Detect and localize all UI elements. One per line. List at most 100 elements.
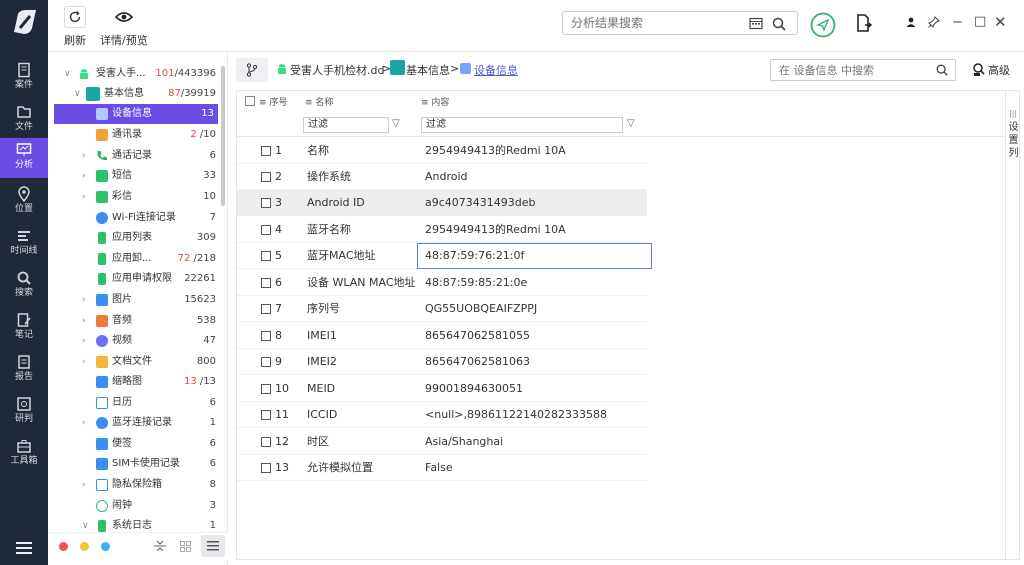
- tree-item-permissions[interactable]: 应用申请权限 22261: [48, 269, 220, 289]
- analysis-search-box[interactable]: [562, 11, 798, 35]
- column-header-no[interactable]: ≡ 序号: [259, 95, 287, 108]
- table-row[interactable]: 8 IMEI1 865647062581055: [237, 323, 647, 349]
- hamburger-menu-icon[interactable]: [16, 542, 32, 554]
- row-checkbox[interactable]: [261, 251, 271, 261]
- chevron-down-icon[interactable]: ∨: [74, 84, 81, 104]
- tree-item-call-log[interactable]: › 通话记录 6: [48, 146, 220, 166]
- row-checkbox[interactable]: [261, 463, 271, 473]
- tree-item-memo[interactable]: 便签 6: [48, 434, 220, 454]
- preview-button[interactable]: 详情/预览: [100, 6, 148, 48]
- row-checkbox[interactable]: [261, 410, 271, 420]
- chevron-right-icon[interactable]: ›: [82, 311, 86, 331]
- search-icon[interactable]: [771, 16, 787, 32]
- rail-item-search[interactable]: 搜索: [0, 266, 48, 306]
- branch-button[interactable]: [236, 58, 268, 82]
- tree-item-calendar[interactable]: 日历 6: [48, 393, 220, 413]
- tree-item-documents[interactable]: › 文档文件 800: [48, 352, 220, 372]
- chevron-right-icon[interactable]: ›: [82, 146, 86, 166]
- rail-item-case[interactable]: 案件: [0, 58, 48, 98]
- grid-view-icon[interactable]: [180, 541, 191, 552]
- tree-scrollbar[interactable]: [221, 66, 225, 206]
- minimize-icon[interactable]: −: [952, 15, 963, 30]
- tree-item-device-root[interactable]: ∨ 受害人手... 101/443396: [48, 64, 220, 84]
- table-row[interactable]: 1 名称 2954949413的Redmi 10A: [237, 138, 647, 164]
- tree-item-device-info[interactable]: 设备信息 13: [54, 104, 218, 124]
- send-icon[interactable]: [810, 12, 836, 38]
- column-settings-button[interactable]: ||| 设置列: [1005, 91, 1020, 559]
- name-filter-input[interactable]: 过滤: [303, 117, 389, 133]
- chevron-right-icon[interactable]: ›: [82, 166, 86, 186]
- row-checkbox[interactable]: [261, 384, 271, 394]
- tree-item-alarm[interactable]: 闹钟 3: [48, 496, 220, 516]
- advanced-button[interactable]: 高级: [988, 62, 1010, 78]
- breadcrumb-root[interactable]: 受害人手机检材.dd: [290, 62, 384, 78]
- tree-item-uninstall[interactable]: 应用卸... 72 /218: [48, 249, 220, 269]
- rail-item-judge[interactable]: 研判: [0, 392, 48, 432]
- tree-item-sim[interactable]: SIM卡使用记录 6: [48, 454, 220, 474]
- tree-item-safe[interactable]: › 隐私保险箱 8: [48, 475, 220, 495]
- rail-item-note[interactable]: 笔记: [0, 308, 48, 348]
- row-checkbox[interactable]: [261, 146, 271, 156]
- inner-search-input[interactable]: [771, 60, 921, 80]
- maximize-icon[interactable]: □: [974, 14, 986, 29]
- chevron-right-icon[interactable]: ›: [82, 290, 86, 310]
- row-checkbox[interactable]: [261, 172, 271, 182]
- rail-item-file[interactable]: 文件: [0, 100, 48, 140]
- close-icon[interactable]: ✕: [994, 13, 1007, 31]
- chevron-right-icon[interactable]: ›: [82, 187, 86, 207]
- table-row[interactable]: 11 ICCID <null>,89861122140282333588: [237, 402, 647, 428]
- inner-search-box[interactable]: [770, 59, 956, 81]
- breadcrumb-mid[interactable]: 基本信息: [406, 62, 450, 78]
- row-checkbox[interactable]: [261, 304, 271, 314]
- rail-item-analysis[interactable]: 分析: [0, 138, 48, 178]
- content-filter-input[interactable]: 过滤: [421, 117, 623, 133]
- chevron-right-icon[interactable]: ›: [82, 475, 86, 495]
- chevron-down-icon[interactable]: ∨: [64, 64, 71, 84]
- list-view-button[interactable]: [201, 535, 225, 557]
- refresh-button[interactable]: 刷新: [64, 6, 86, 48]
- filter-icon[interactable]: ▽: [392, 118, 400, 129]
- user-icon[interactable]: [906, 17, 916, 27]
- row-checkbox[interactable]: [261, 357, 271, 367]
- tree-item-basic-info[interactable]: ∨ 基本信息 87/39919: [48, 84, 220, 104]
- yellow-filter-dot[interactable]: [80, 542, 89, 551]
- tree-item-contacts[interactable]: 通讯录 2 /10: [48, 125, 220, 145]
- table-row[interactable]: 13 允许模拟位置 False: [237, 455, 647, 481]
- advanced-search-icon[interactable]: [972, 63, 986, 77]
- row-checkbox[interactable]: [261, 331, 271, 341]
- column-header-content[interactable]: ≡ 内容: [421, 95, 449, 108]
- tree-item-images[interactable]: › 图片 15623: [48, 290, 220, 310]
- row-checkbox[interactable]: [261, 198, 271, 208]
- table-row[interactable]: 9 IMEI2 865647062581063: [237, 349, 647, 375]
- rail-item-toolbox[interactable]: 工具箱: [0, 434, 48, 474]
- chevron-right-icon[interactable]: ›: [82, 352, 86, 372]
- red-filter-dot[interactable]: [59, 542, 68, 551]
- tree-item-wifi[interactable]: Wi-Fi连接记录 7: [48, 208, 220, 228]
- export-icon[interactable]: [856, 14, 872, 32]
- table-row[interactable]: 2 操作系统 Android: [237, 164, 647, 190]
- selected-cell[interactable]: [417, 243, 652, 269]
- row-checkbox[interactable]: [261, 278, 271, 288]
- calendar-icon[interactable]: [749, 16, 763, 30]
- tree-item-video[interactable]: › 视频 47: [48, 331, 220, 351]
- table-row[interactable]: 7 序列号 QG55UOBQEAIFZPPJ: [237, 296, 647, 322]
- search-icon[interactable]: [935, 63, 949, 77]
- blue-filter-dot[interactable]: [101, 542, 110, 551]
- row-checkbox[interactable]: [261, 225, 271, 235]
- tree-item-thumbnails[interactable]: 缩略图 13 /13: [48, 372, 220, 392]
- table-row[interactable]: 10 MEID 99001894630051: [237, 376, 647, 402]
- table-row[interactable]: 12 时区 Asia/Shanghai: [237, 429, 647, 455]
- chevron-right-icon[interactable]: ›: [82, 331, 86, 351]
- column-header-name[interactable]: ≡ 名称: [305, 95, 333, 108]
- select-all-checkbox[interactable]: [245, 96, 255, 106]
- tree-item-mms[interactable]: › 彩信 10: [48, 187, 220, 207]
- tree-item-audio[interactable]: › 音频 538: [48, 311, 220, 331]
- filter-icon[interactable]: ▽: [627, 118, 635, 129]
- analysis-search-input[interactable]: [563, 12, 743, 34]
- table-row[interactable]: 6 设备 WLAN MAC地址 48:87:59:85:21:0e: [237, 270, 647, 296]
- tree-item-app-list[interactable]: 应用列表 309: [48, 228, 220, 248]
- breadcrumb-current[interactable]: 设备信息: [474, 62, 518, 78]
- table-row[interactable]: 3 Android ID a9c4073431493deb: [237, 190, 647, 216]
- rail-item-timeline[interactable]: 时间线: [0, 224, 48, 264]
- tree-item-sms[interactable]: › 短信 33: [48, 166, 220, 186]
